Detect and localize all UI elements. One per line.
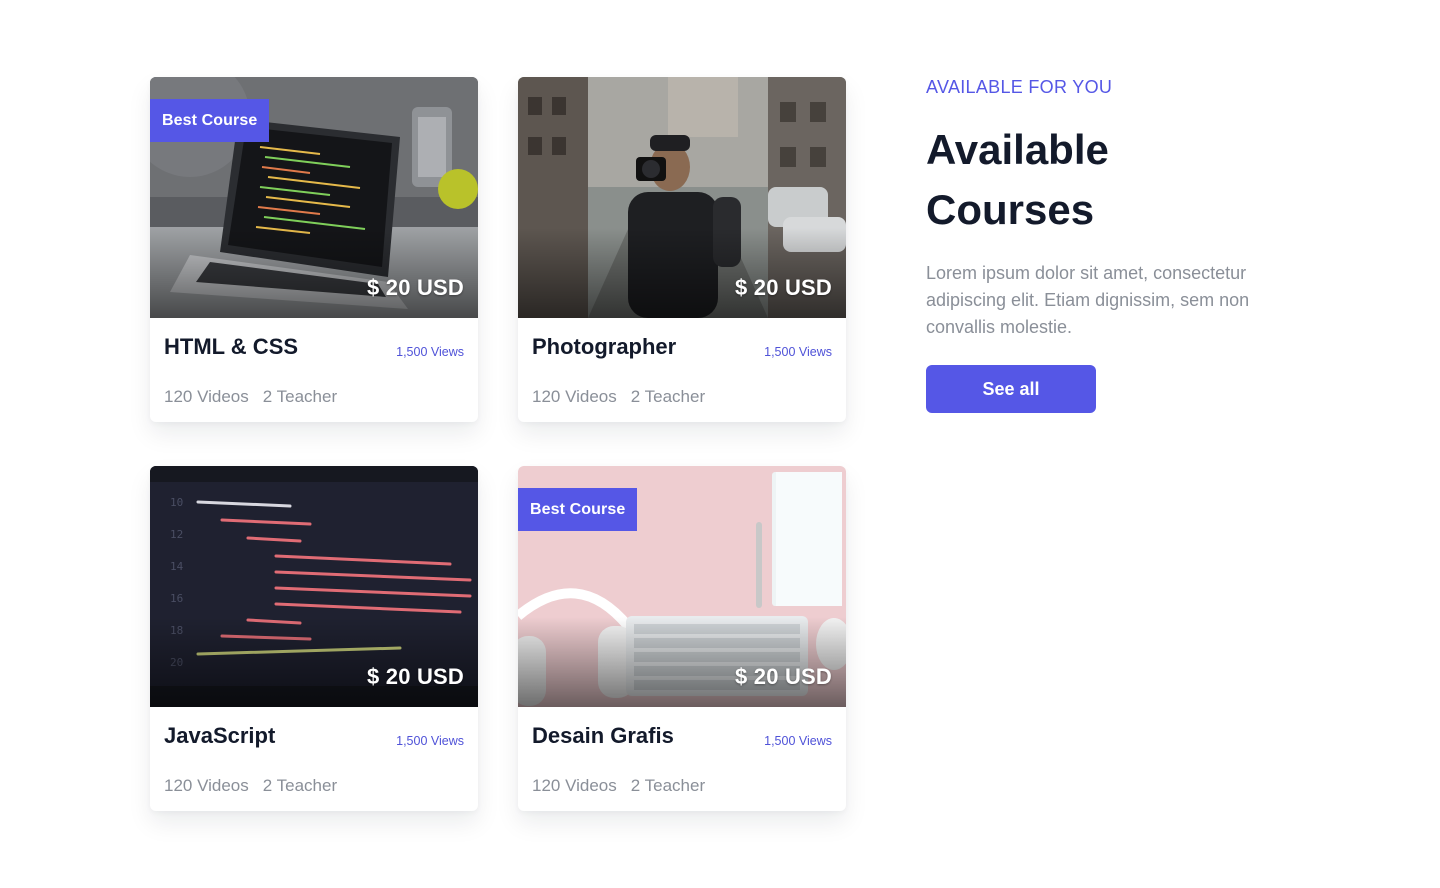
best-course-badge: Best Course	[518, 488, 638, 531]
teacher-count: 2 Teacher	[630, 387, 706, 406]
course-thumbnail: Best Course $ 20 USD	[150, 77, 478, 318]
course-price: $ 20 USD	[367, 275, 464, 300]
svg-text:16: 16	[170, 592, 183, 605]
course-views: 1,500 Views	[396, 734, 464, 748]
section-heading: Available Courses	[926, 126, 1109, 233]
course-price: $ 20 USD	[735, 664, 832, 689]
course-info: JavaScript 1,500 Views 120 Videos 2 Teac…	[150, 707, 478, 811]
video-count: 120 Videos	[164, 387, 249, 406]
course-price: $ 20 USD	[735, 275, 832, 300]
video-count: 120 Videos	[532, 387, 617, 406]
course-info: Desain Grafis 1,500 Views 120 Videos 2 T…	[518, 707, 846, 811]
course-thumbnail: 10 12 14 16 18 20	[150, 466, 478, 707]
course-meta: 120 Videos 2 Teacher	[532, 776, 705, 796]
teacher-count: 2 Teacher	[630, 776, 706, 795]
course-card-html-css[interactable]: Best Course $ 20 USD HTML & CSS 1,500 Vi…	[150, 77, 478, 422]
courses-section: Best Course $ 20 USD HTML & CSS 1,500 Vi…	[0, 0, 1440, 888]
video-count: 120 Videos	[532, 776, 617, 795]
video-count: 120 Videos	[164, 776, 249, 795]
section-intro: AVAILABLE FOR YOU Available Courses Lore…	[926, 77, 1326, 413]
svg-text:14: 14	[170, 560, 184, 573]
course-meta: 120 Videos 2 Teacher	[532, 387, 705, 407]
course-card-photographer[interactable]: $ 20 USD Photographer 1,500 Views 120 Vi…	[518, 77, 846, 422]
course-title[interactable]: JavaScript	[164, 723, 275, 749]
teacher-count: 2 Teacher	[262, 387, 338, 406]
course-title[interactable]: HTML & CSS	[164, 334, 298, 360]
course-info: Photographer 1,500 Views 120 Videos 2 Te…	[518, 318, 846, 422]
course-info: HTML & CSS 1,500 Views 120 Videos 2 Teac…	[150, 318, 478, 422]
course-price: $ 20 USD	[367, 664, 464, 689]
teacher-count: 2 Teacher	[262, 776, 338, 795]
course-views: 1,500 Views	[764, 734, 832, 748]
course-card-javascript[interactable]: 10 12 14 16 18 20	[150, 466, 478, 811]
best-course-badge: Best Course	[150, 99, 270, 142]
course-meta: 120 Videos 2 Teacher	[164, 387, 337, 407]
course-views: 1,500 Views	[764, 345, 832, 359]
svg-text:12: 12	[170, 528, 183, 541]
course-views: 1,500 Views	[396, 345, 464, 359]
see-all-button[interactable]: See all	[926, 365, 1096, 413]
section-eyebrow: AVAILABLE FOR YOU	[926, 77, 1113, 97]
course-thumbnail: Best Course $ 20 USD	[518, 466, 846, 707]
svg-text:10: 10	[170, 496, 183, 509]
course-title[interactable]: Photographer	[532, 334, 676, 360]
course-meta: 120 Videos 2 Teacher	[164, 776, 337, 796]
course-card-desain-grafis[interactable]: Best Course $ 20 USD Desain Grafis 1,500…	[518, 466, 846, 811]
course-title[interactable]: Desain Grafis	[532, 723, 674, 749]
section-description: Lorem ipsum dolor sit amet, consectetur …	[926, 263, 1250, 337]
course-thumbnail: $ 20 USD	[518, 77, 846, 318]
